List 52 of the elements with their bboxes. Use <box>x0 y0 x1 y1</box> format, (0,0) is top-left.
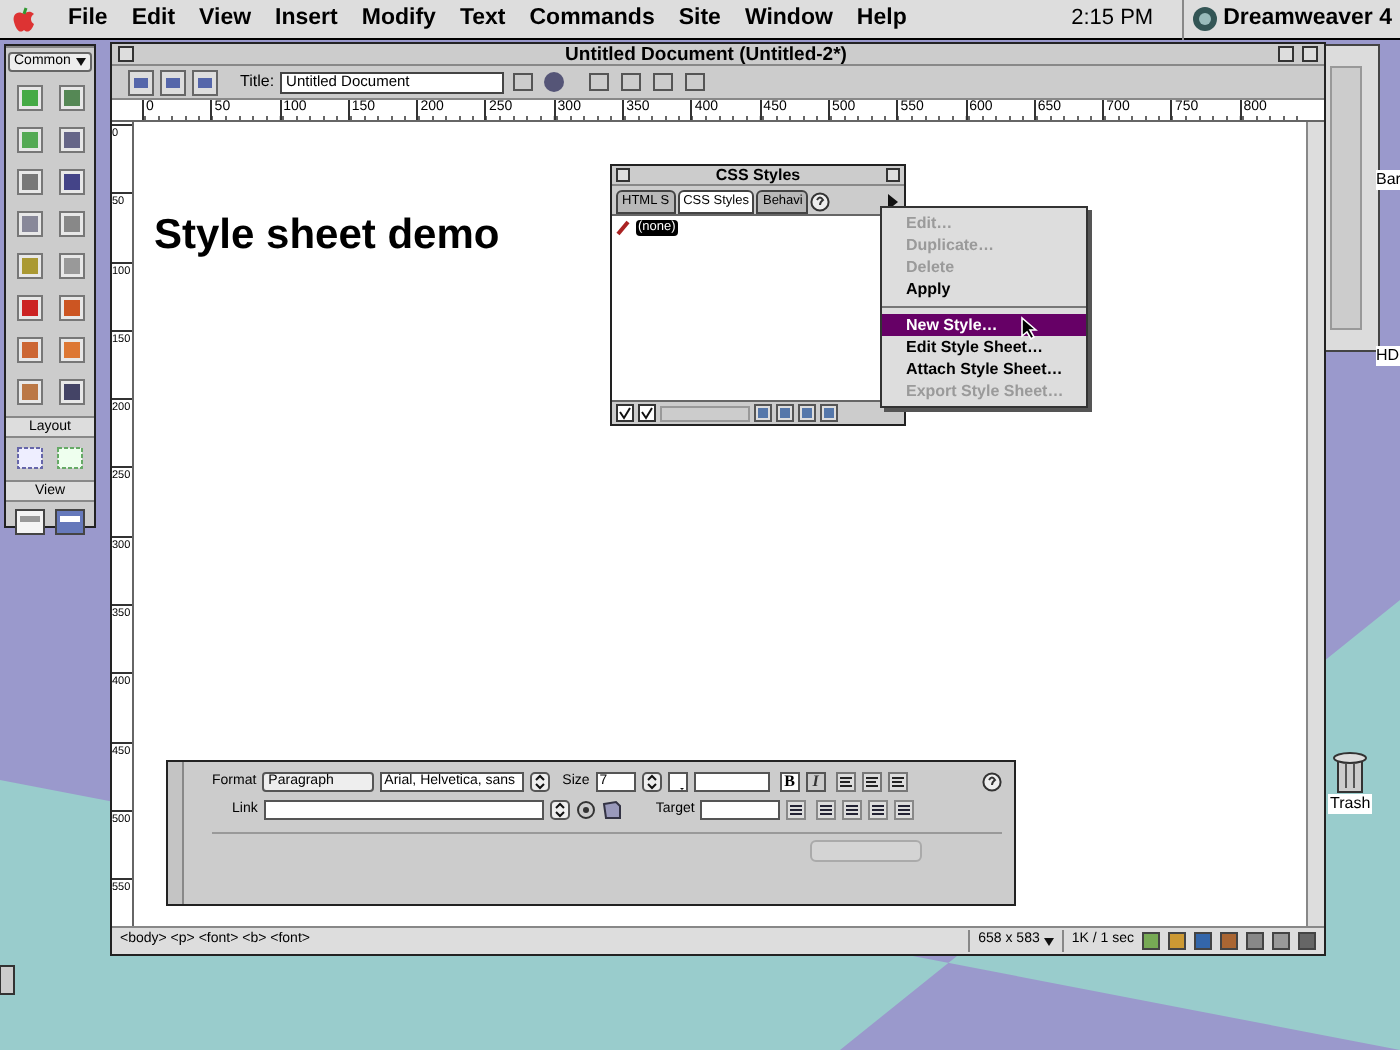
help-icon[interactable] <box>982 772 1002 793</box>
caret-icon[interactable] <box>1043 937 1054 945</box>
title-label: Title: <box>240 70 275 94</box>
menu-item[interactable]: Text <box>447 1 518 37</box>
collapse-box[interactable] <box>1302 46 1318 62</box>
window-title: Untitled Document (Untitled-2*) <box>563 43 849 65</box>
application-icon[interactable] <box>1191 6 1218 32</box>
collapse-box[interactable] <box>886 168 900 182</box>
close-box[interactable] <box>616 168 630 182</box>
trash-label[interactable]: Trash <box>1328 794 1373 814</box>
layout-cell-icon[interactable] <box>54 444 86 472</box>
menu-item[interactable]: Help <box>844 1 919 37</box>
standard-view-icon[interactable] <box>14 508 46 536</box>
menu-item[interactable]: Apply <box>882 278 1086 300</box>
apply-checkbox-icon[interactable] <box>616 404 634 422</box>
zoom-box[interactable] <box>1278 46 1294 62</box>
menu-item[interactable]: Edit <box>119 1 188 37</box>
bulleted-list-icon[interactable] <box>816 799 837 820</box>
menu-item[interactable]: View <box>187 1 264 37</box>
menu-item[interactable]: Insert <box>263 1 350 37</box>
color-swatch-icon[interactable] <box>667 772 688 793</box>
menu-item[interactable]: Modify <box>349 1 448 37</box>
panel-title: CSS Styles <box>713 165 803 185</box>
menu-item[interactable]: Attach Style Sheet… <box>882 358 1086 380</box>
menu-item[interactable]: Commands <box>517 1 667 37</box>
menu-item[interactable]: Site <box>666 1 733 37</box>
bold-button[interactable]: B <box>779 772 800 793</box>
page-heading: Style sheet demo <box>154 210 500 262</box>
help-icon[interactable] <box>810 192 831 212</box>
caret-icon[interactable] <box>76 58 86 66</box>
align-center-icon[interactable] <box>861 772 882 793</box>
menu-item[interactable]: File <box>56 1 120 37</box>
color-field[interactable] <box>693 772 770 793</box>
desktop-icon-label[interactable]: HD <box>1376 346 1400 366</box>
folder-icon[interactable] <box>601 799 622 820</box>
trash-icon[interactable] <box>1328 750 1373 794</box>
mouse-pointer-icon[interactable] <box>1020 316 1038 340</box>
brush-icon[interactable] <box>616 220 630 236</box>
menu-item[interactable]: Window <box>732 1 845 37</box>
target-field[interactable] <box>700 799 781 820</box>
align-left-icon[interactable] <box>835 772 856 793</box>
menu-item[interactable]: Edit Style Sheet… <box>882 336 1086 358</box>
link-field[interactable] <box>263 799 544 820</box>
align-right-icon[interactable] <box>887 772 908 793</box>
close-box[interactable] <box>118 46 134 62</box>
menu-clock: 2:15 PM <box>1071 4 1154 35</box>
layout-view-icon[interactable] <box>54 508 86 536</box>
italic-button[interactable]: I <box>805 772 826 793</box>
menu-item[interactable]: New Style… <box>882 314 1086 336</box>
desktop-icon-label[interactable]: Bar <box>1376 170 1400 190</box>
apple-icon[interactable] <box>12 5 36 33</box>
application-menu[interactable]: Dreamweaver 4 <box>1181 0 1400 39</box>
